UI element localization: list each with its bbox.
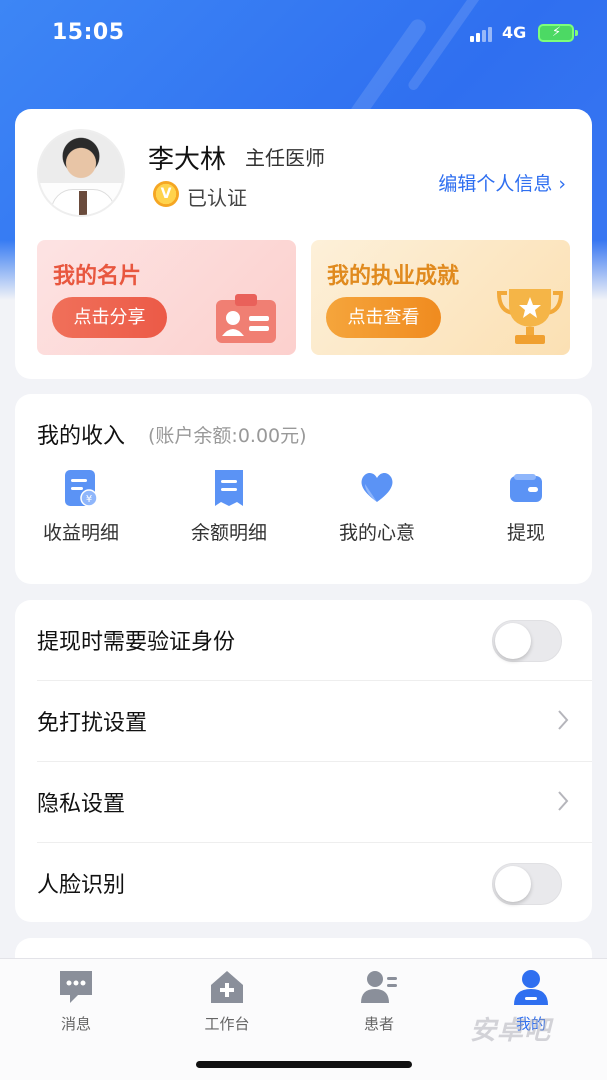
achievement-promo[interactable]: 我的执业成就 点击查看 <box>311 240 570 355</box>
settings-row-face-recognition[interactable]: 人脸识别 <box>15 843 592 924</box>
message-icon <box>60 971 92 1003</box>
tab-label: 工作台 <box>204 1015 250 1033</box>
settings-label: 免打扰设置 <box>37 711 148 736</box>
settings-card: 提现时需要验证身份 免打扰设置 隐私设置 人脸识别 <box>15 600 592 922</box>
gratitude-label: 我的心意 <box>338 522 415 544</box>
balance-detail-item[interactable]: 余额明细 <box>159 468 299 558</box>
verified-badge-icon: V <box>153 181 179 207</box>
patient-icon <box>361 971 397 1003</box>
gratitude-item[interactable]: 我的心意 <box>307 468 447 558</box>
doctor-name: 李大林 <box>148 145 227 175</box>
settings-row-verify-withdraw[interactable]: 提现时需要验证身份 <box>15 600 592 681</box>
withdraw-item[interactable]: 提现 <box>456 468 596 558</box>
face-recognition-toggle[interactable] <box>492 863 562 905</box>
battery-icon: ⚡ <box>538 24 578 42</box>
status-time: 15:05 <box>52 20 125 45</box>
profile-icon <box>514 970 548 1005</box>
watermark: 安卓吧 <box>470 1016 552 1046</box>
status-bar: 15:05 4G ⚡ <box>0 0 607 70</box>
tab-label: 消息 <box>60 1015 91 1033</box>
settings-label: 提现时需要验证身份 <box>37 630 236 655</box>
income-detail-icon: ¥ <box>65 470 98 507</box>
settings-label: 隐私设置 <box>37 792 126 817</box>
promo-title: 我的名片 <box>53 264 142 289</box>
account-balance: (账户余额:0.00元) <box>148 425 307 447</box>
chevron-right-icon <box>558 710 569 730</box>
doctor-title: 主任医师 <box>245 146 325 170</box>
heart-icon <box>361 472 393 502</box>
tab-workbench[interactable]: 工作台 <box>182 967 272 1037</box>
settings-row-privacy[interactable]: 隐私设置 <box>15 762 592 843</box>
verify-withdraw-toggle[interactable] <box>492 620 562 662</box>
profile-card: 李大林 主任医师 V 已认证 编辑个人信息 › 我的名片 点击分享 我的执业成就… <box>15 109 592 379</box>
trophy-icon <box>497 289 563 344</box>
tab-patients[interactable]: 患者 <box>334 967 424 1037</box>
wallet-icon <box>510 474 542 502</box>
view-button[interactable]: 点击查看 <box>326 297 441 338</box>
income-detail-item[interactable]: ¥ 收益明细 <box>11 468 151 558</box>
tab-label: 患者 <box>363 1015 394 1033</box>
home-indicator <box>196 1061 412 1068</box>
business-card-promo[interactable]: 我的名片 点击分享 <box>37 240 296 355</box>
settings-label: 人脸识别 <box>37 873 126 898</box>
settings-row-do-not-disturb[interactable]: 免打扰设置 <box>15 681 592 762</box>
verified-label: 已认证 <box>187 186 247 210</box>
share-button[interactable]: 点击分享 <box>52 297 167 338</box>
id-card-icon <box>216 294 276 343</box>
edit-profile-link[interactable]: 编辑个人信息 › <box>438 169 566 196</box>
income-card: 我的收入 (账户余额:0.00元) ¥ 收益明细 余额明细 我的心意 提现 <box>15 394 592 584</box>
avatar[interactable] <box>37 129 125 217</box>
tab-messages[interactable]: 消息 <box>31 967 121 1037</box>
signal-icon <box>470 26 494 42</box>
network-type: 4G <box>502 23 527 42</box>
withdraw-label: 提现 <box>506 522 545 544</box>
workbench-icon <box>211 971 243 1003</box>
income-detail-label: 收益明细 <box>42 522 119 544</box>
chevron-right-icon <box>558 791 569 811</box>
svg-text:¥: ¥ <box>86 494 92 505</box>
income-title: 我的收入 <box>37 424 126 449</box>
promo-title: 我的执业成就 <box>327 264 460 289</box>
balance-detail-icon <box>215 470 243 506</box>
balance-detail-label: 余额明细 <box>190 522 267 544</box>
